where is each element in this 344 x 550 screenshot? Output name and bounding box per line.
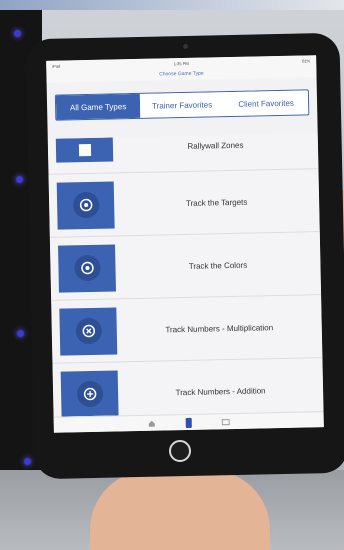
game-label: Track the Colors: [188, 260, 248, 271]
game-type-segmented-control: All Game Types Trainer Favorites Client …: [54, 89, 310, 121]
game-tile: [59, 306, 118, 356]
game-tile: [56, 180, 115, 230]
game-label: Track Numbers - Multiplication: [165, 322, 274, 334]
segment-client-favorites[interactable]: Client Favorites: [223, 90, 309, 117]
wall-light: [24, 458, 31, 465]
home-icon[interactable]: [148, 419, 156, 427]
game-row-rallywall-zones[interactable]: Rallywall Zones: [47, 133, 319, 175]
game-row-track-the-targets[interactable]: Track the Targets: [48, 169, 320, 238]
game-label: Rallywall Zones: [187, 140, 244, 151]
status-time: 1:35 PM: [173, 60, 189, 66]
segment-all-game-types[interactable]: All Game Types: [55, 93, 141, 120]
status-device: iPad: [52, 63, 61, 69]
wall-light: [14, 30, 21, 37]
game-tile: [55, 137, 114, 163]
home-button[interactable]: [169, 440, 191, 462]
games-icon[interactable]: [185, 417, 192, 428]
game-label: Track the Targets: [185, 197, 248, 208]
game-row-track-numbers-addition[interactable]: Track Numbers - Addition: [52, 358, 324, 417]
game-row-track-the-colors[interactable]: Track the Colors: [49, 232, 322, 301]
plus-icon: [83, 387, 96, 401]
status-battery: 81%: [302, 57, 311, 64]
zones-icon: [78, 143, 91, 157]
camera: [183, 44, 188, 49]
segment-trainer-favorites[interactable]: Trainer Favorites: [139, 92, 225, 118]
game-tile: [60, 369, 119, 417]
game-list: Rallywall Zones Track the Targets Track …: [47, 133, 324, 417]
stats-icon[interactable]: [221, 418, 230, 426]
wall-light: [16, 176, 23, 183]
tablet-screen: iPad 1:35 PM 81% Choose Game Type All Ga…: [46, 55, 324, 433]
target-icon: [79, 198, 92, 212]
game-tile: [57, 243, 116, 293]
multiply-icon: [82, 324, 95, 338]
wall-light: [17, 330, 24, 337]
game-label: Track Numbers - Addition: [175, 385, 266, 397]
game-row-track-numbers-multiplication[interactable]: Track Numbers - Multiplication: [51, 295, 323, 364]
target-icon: [80, 261, 94, 275]
background-strip: [0, 0, 344, 10]
